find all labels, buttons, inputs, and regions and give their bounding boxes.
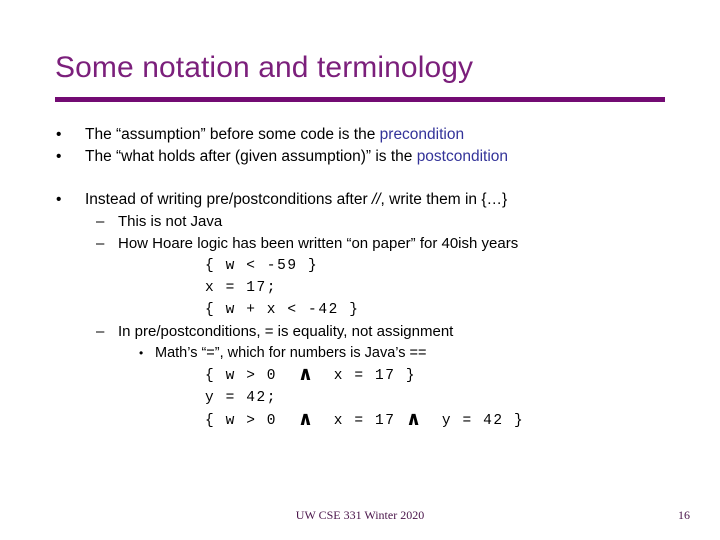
bullet-dot-icon: • — [56, 191, 62, 208]
code-fragment: x = 17 } — [313, 368, 417, 384]
code-fragment: { w > 0 — [205, 413, 298, 429]
bullet-dash-icon: – — [96, 323, 105, 340]
precondition-highlight: precondition — [379, 126, 465, 143]
bullet-dash-icon: – — [96, 235, 105, 252]
list-item-text: The “assumption” before some code is the — [85, 126, 380, 143]
list-item: – How Hoare logic has been written “on pa… — [0, 233, 720, 255]
code-line: { w > 0 ∧ x = 17 } — [0, 364, 720, 387]
logical-and-icon: ∧ — [405, 409, 422, 430]
list-item: • The “assumption” before some code is th… — [0, 124, 720, 146]
list-item-text: Math’s “=”, which for numbers is Java’s … — [155, 345, 427, 361]
postcondition-highlight: postcondition — [416, 148, 509, 165]
list-item-text-tail: , write them in {…} — [380, 191, 508, 208]
slide-footer: UW CSE 331 Winter 2020 16 — [0, 508, 720, 528]
logical-and-icon: ∧ — [297, 364, 314, 385]
code-line: x = 17; — [205, 280, 278, 296]
list-item-text: How Hoare logic has been written “on pap… — [118, 235, 519, 252]
code-line: { w < -59 } — [205, 258, 319, 274]
list-item: • Instead of writing pre/postconditions a… — [0, 189, 720, 211]
list-item: – In pre/postconditions, = is equality, n… — [0, 321, 720, 343]
list-item-text: The “what holds after (given assumption)… — [85, 148, 417, 165]
list-item: • Math’s “=”, which for numbers is Java’s… — [0, 343, 720, 364]
code-line: { w > 0 ∧ x = 17 ∧ y = 42 } — [0, 409, 720, 432]
bullet-dot-icon: • — [56, 126, 62, 143]
slide-body: • The “assumption” before some code is th… — [0, 124, 720, 432]
list-item-text: This is not Java — [118, 213, 223, 230]
logical-and-icon: ∧ — [297, 409, 314, 430]
code-fragment: y = 42 } — [421, 413, 525, 429]
footer-course-label: UW CSE 331 Winter 2020 — [295, 508, 425, 522]
list-item: • The “what holds after (given assumption… — [0, 146, 720, 168]
bullet-dot-icon: • — [56, 148, 62, 165]
code-fragment: { w > 0 — [205, 368, 298, 384]
bullet-dot-small-icon: • — [139, 346, 144, 360]
slide-page-number: 16 — [678, 508, 690, 522]
title-divider — [55, 97, 665, 102]
list-item: – This is not Java — [0, 211, 720, 233]
bullet-dash-icon: – — [96, 213, 105, 230]
page-title: Some notation and terminology — [55, 51, 474, 84]
list-item-text: In pre/postconditions, = is equality, no… — [118, 323, 454, 340]
code-line: { w + x < -42 } — [205, 302, 360, 318]
code-fragment: x = 17 — [313, 413, 406, 429]
list-item-text: Instead of writing pre/postconditions af… — [85, 191, 372, 208]
comment-marker-text: // — [371, 191, 381, 208]
code-line: y = 42; — [205, 390, 278, 406]
